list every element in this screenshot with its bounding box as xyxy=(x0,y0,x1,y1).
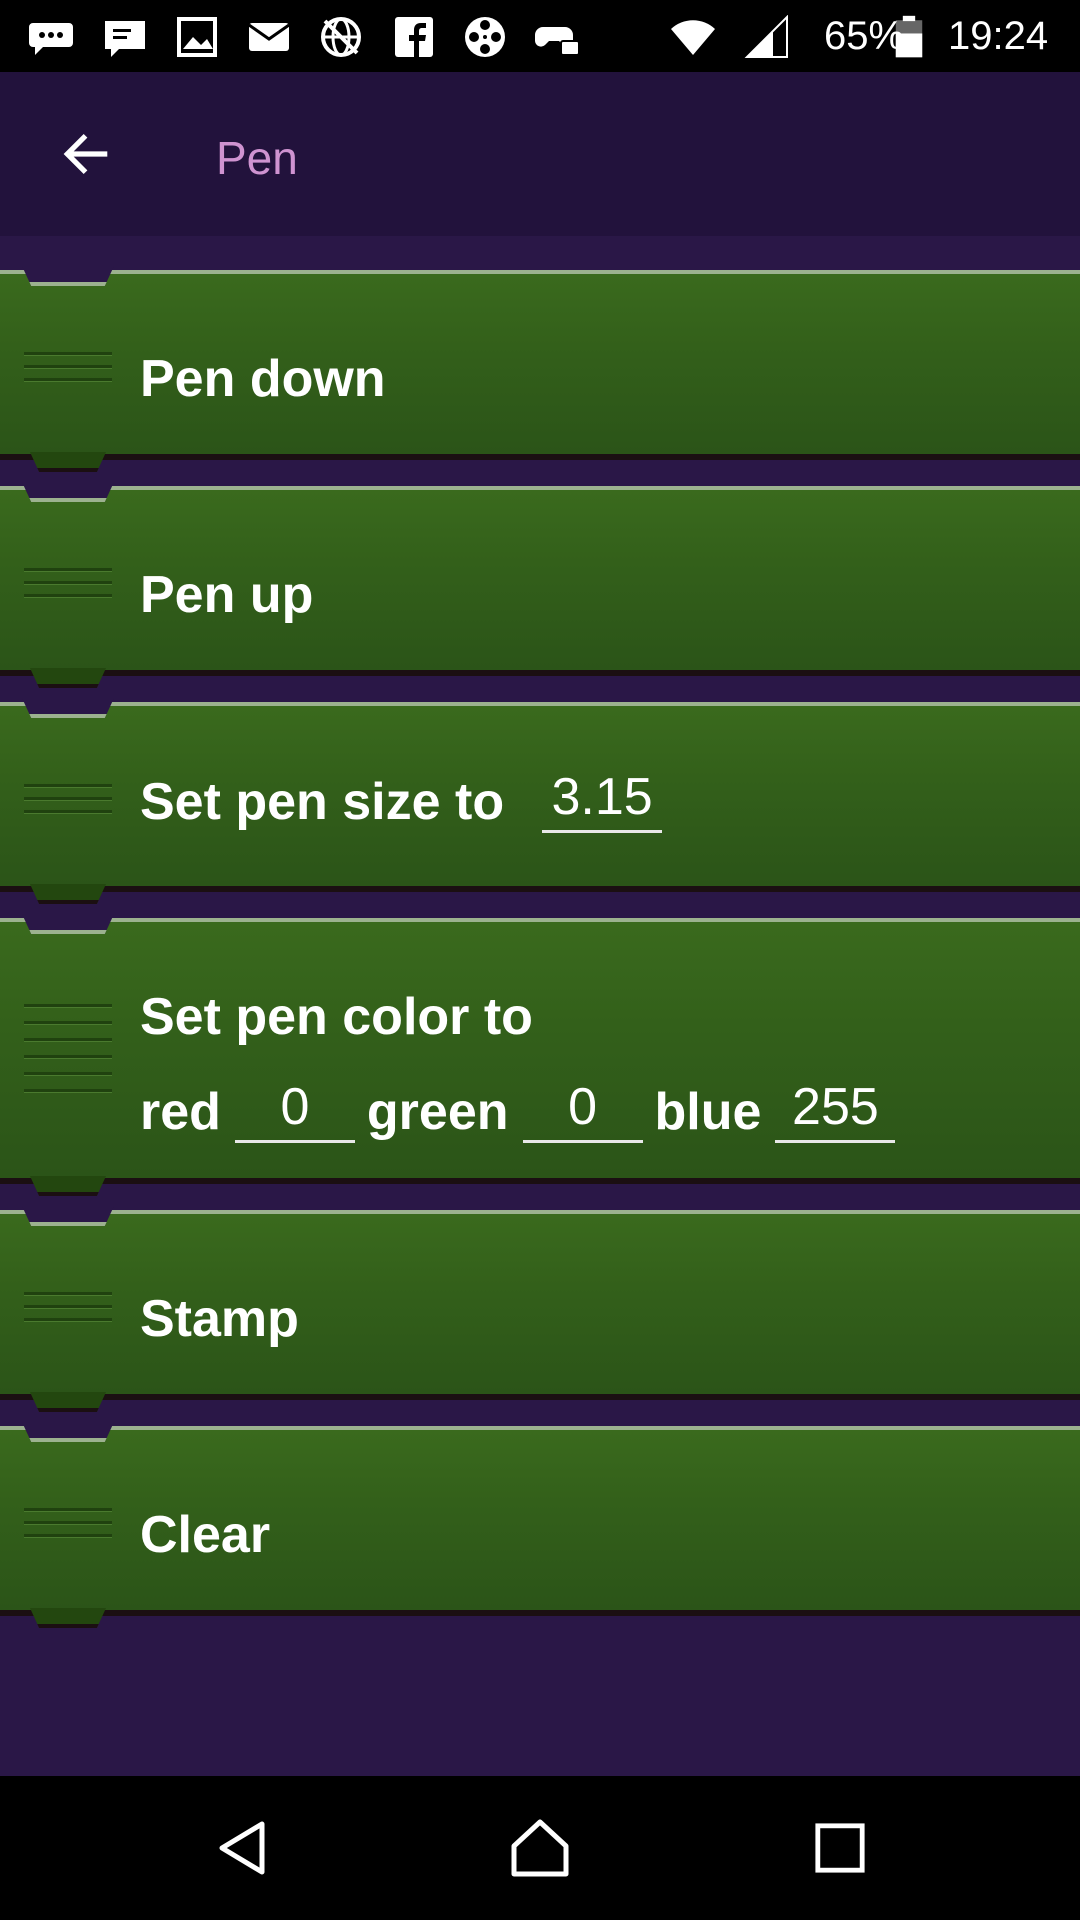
drag-handle-icon[interactable] xyxy=(24,1508,112,1537)
signal-icon xyxy=(742,14,792,60)
navigation-bar xyxy=(0,1776,1080,1920)
wifi-icon xyxy=(668,14,718,60)
drag-handle-icon[interactable] xyxy=(24,784,112,813)
brick-label: Set pen size to xyxy=(140,773,505,831)
crossed-globe-icon xyxy=(316,14,366,60)
red-label: red xyxy=(140,1083,221,1141)
brick-stamp[interactable]: Stamp xyxy=(0,1192,1080,1412)
message-icon xyxy=(100,14,150,60)
brick-label: Pen down xyxy=(140,350,386,408)
brick-label: Clear xyxy=(140,1506,271,1564)
brick-pen-up[interactable]: Pen up xyxy=(0,468,1080,688)
red-field[interactable]: 0 xyxy=(234,1076,355,1143)
facebook-icon xyxy=(388,14,438,60)
brick-list: Pen down Pen up Set pen size to 3.15 Set… xyxy=(0,236,1080,1776)
triangle-back-icon xyxy=(219,1821,265,1875)
home-icon xyxy=(511,1819,569,1877)
status-bar: 65% 19:24 xyxy=(0,0,1080,72)
drag-handle-icon[interactable] xyxy=(24,352,112,381)
drag-handle-icon[interactable] xyxy=(24,1004,112,1092)
blue-field[interactable]: 255 xyxy=(775,1076,896,1143)
pen-size-field[interactable]: 3.15 xyxy=(542,766,663,833)
brick-set-pen-color[interactable]: Set pen color to red 0 green 0 blue 255 xyxy=(0,900,1080,1196)
battery-icon xyxy=(892,14,926,60)
brick-clear[interactable]: Clear xyxy=(0,1408,1080,1628)
nav-recents-button[interactable] xyxy=(792,1800,888,1896)
green-label: green xyxy=(366,1083,509,1141)
brick-label: Pen up xyxy=(140,566,314,624)
mail-icon xyxy=(244,14,294,60)
brick-label: Set pen color to xyxy=(140,988,533,1046)
brick-set-pen-size[interactable]: Set pen size to 3.15 xyxy=(0,684,1080,904)
brick-pen-down[interactable]: Pen down xyxy=(0,252,1080,472)
page-title: Pen xyxy=(216,132,298,184)
nav-home-button[interactable] xyxy=(492,1800,588,1896)
green-field[interactable]: 0 xyxy=(522,1076,643,1143)
nav-back-button[interactable] xyxy=(194,1800,290,1896)
arrow-left-icon xyxy=(63,133,108,175)
film-reel-icon xyxy=(460,14,510,60)
square-recents-icon xyxy=(815,1823,865,1873)
drag-handle-icon[interactable] xyxy=(24,1292,112,1321)
app-bar: Pen xyxy=(0,72,1080,236)
clock: 19:24 xyxy=(948,14,1049,58)
back-button[interactable] xyxy=(48,116,124,192)
game-controller-icon xyxy=(532,14,582,60)
drag-handle-icon[interactable] xyxy=(24,568,112,597)
image-icon xyxy=(172,14,222,60)
chat-bubble-icon xyxy=(26,14,76,60)
brick-label: Stamp xyxy=(140,1290,299,1348)
blue-label: blue xyxy=(654,1083,762,1141)
